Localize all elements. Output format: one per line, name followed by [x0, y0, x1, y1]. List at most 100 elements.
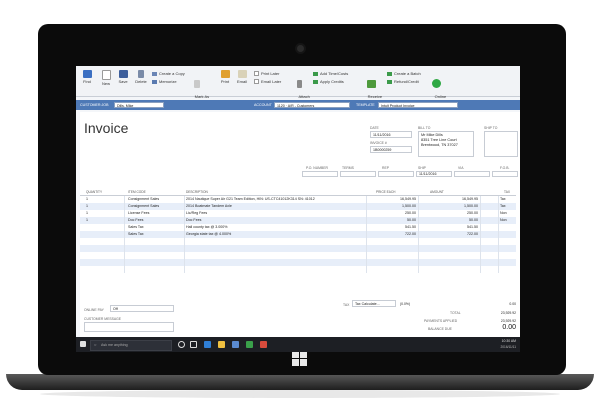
column-divider [184, 266, 185, 273]
cell-tax[interactable]: Tax [500, 204, 514, 208]
terms-select[interactable] [340, 171, 376, 177]
column-divider [480, 196, 481, 203]
po-number-field[interactable] [302, 171, 338, 177]
cortana-icon[interactable] [178, 341, 185, 348]
online-pay-select[interactable]: Off [110, 305, 174, 312]
cell-item[interactable]: Sales Tax [128, 232, 184, 236]
cell-price[interactable]: 50.00 [370, 218, 416, 222]
search-box[interactable]: ○ Ask me anything [90, 340, 172, 351]
cell-item[interactable]: License Fees [128, 211, 184, 215]
table-row[interactable]: 1 Consignment Sales 2014 Nautique Super Ai… [80, 196, 516, 203]
cell-amount[interactable]: 16,549.95 [420, 197, 478, 201]
cell-qty[interactable]: 1 [86, 204, 124, 208]
column-divider [418, 238, 419, 245]
via-select[interactable] [454, 171, 490, 177]
create-copy-button[interactable]: Create a Copy [152, 71, 185, 76]
add-time-costs-button[interactable]: Add Time/Costs [313, 71, 348, 76]
cell-amount[interactable]: 541.50 [420, 225, 478, 229]
column-divider [184, 245, 185, 252]
cell-amount[interactable]: 50.00 [420, 218, 478, 222]
refund-credit-button[interactable]: Refund/Credit [387, 79, 419, 84]
apply-credits-button[interactable]: Apply Credits [313, 79, 344, 84]
cell-price[interactable]: 250.00 [370, 211, 416, 215]
table-row[interactable] [80, 259, 516, 266]
create-batch-button[interactable]: Create a Batch [387, 71, 421, 76]
cell-price[interactable]: 1,500.00 [370, 204, 416, 208]
cell-item[interactable]: Consignment Sales [128, 204, 184, 208]
clock-date[interactable]: 2016/11/11 [472, 345, 516, 349]
envelope-icon [237, 70, 247, 78]
table-row[interactable]: 1 License Fees Lic/Reg Fees 250.00 250.00 Non [80, 210, 516, 217]
cell-price[interactable]: 541.50 [370, 225, 416, 229]
column-divider [418, 231, 419, 238]
column-divider [184, 203, 185, 210]
edge-browser-icon[interactable] [204, 341, 211, 348]
new-button[interactable]: New [99, 70, 113, 86]
cell-desc[interactable]: 2014 Boatmate Tandem Axle [186, 204, 362, 208]
start-icon[interactable] [80, 341, 86, 347]
table-row[interactable]: Sales Tax Georgia state tax @ 4.000% 722.0… [80, 231, 516, 238]
cell-amount[interactable]: 250.00 [420, 211, 478, 215]
cell-tax[interactable]: Non [500, 211, 514, 215]
table-row[interactable]: 1 Consignment Sales 2014 Boatmate Tandem A… [80, 203, 516, 210]
print-later-checkbox[interactable]: Print Later [254, 71, 279, 77]
cell-price[interactable]: 16,549.95 [370, 197, 416, 201]
template-select[interactable]: Intuit Product Invoice [378, 102, 458, 108]
email-button[interactable]: Email [236, 70, 248, 84]
find-button[interactable]: Find [80, 70, 94, 84]
date-field[interactable]: 11/11/2016 [370, 131, 412, 138]
header-description: DESCRIPTION [186, 190, 208, 194]
cell-item[interactable]: Consignment Sales [128, 197, 184, 201]
email-later-checkbox[interactable]: Email Later [254, 79, 281, 85]
cell-tax[interactable]: Tax [500, 197, 514, 201]
table-row[interactable] [80, 266, 516, 273]
cell-amount[interactable]: 722.00 [420, 232, 478, 236]
delete-button[interactable]: Delete [133, 70, 149, 84]
table-row[interactable] [80, 238, 516, 245]
table-row[interactable] [80, 252, 516, 259]
ship-to-address[interactable] [484, 131, 518, 157]
total-value: 23,929.92 [500, 311, 516, 315]
bill-to-address[interactable]: Mr Mike Dills 8351 Tree Line Court Brent… [418, 131, 474, 157]
cell-item[interactable]: Doc Fees [128, 218, 184, 222]
ship-date-field[interactable]: 11/11/2016 [416, 171, 452, 177]
customer-job-select[interactable]: Dills, Mike [114, 102, 164, 108]
tax-select[interactable]: Tax Calculate... [352, 300, 396, 307]
table-row[interactable]: 1 Doc Fees Doc Fees 50.00 50.00 Non [80, 217, 516, 224]
customer-message-field[interactable] [84, 322, 174, 332]
column-divider [124, 245, 125, 252]
rep-select[interactable] [378, 171, 414, 177]
online-pay-icon [431, 79, 441, 88]
app-icon[interactable] [260, 341, 267, 348]
invoice-number-field[interactable]: 1B0000259 [370, 146, 412, 153]
print-button[interactable]: Print [219, 70, 231, 84]
cell-price[interactable]: 722.00 [370, 232, 416, 236]
windows-logo-icon[interactable] [292, 351, 308, 367]
store-icon[interactable] [232, 341, 239, 348]
cell-tax[interactable]: Non [500, 218, 514, 222]
fob-field[interactable] [492, 171, 518, 177]
cell-item[interactable]: Sales Tax [128, 225, 184, 229]
printer-icon [220, 70, 230, 78]
file-explorer-icon[interactable] [218, 341, 225, 348]
save-button[interactable]: Save [116, 70, 130, 84]
table-row[interactable] [80, 245, 516, 252]
cell-desc[interactable]: Lic/Reg Fees [186, 211, 362, 215]
quickbooks-icon[interactable] [246, 341, 253, 348]
memorize-button[interactable]: Memorize [152, 79, 177, 84]
cell-desc[interactable]: 2014 Nautique Super Air G21 Team Edition… [186, 197, 362, 201]
cell-desc[interactable]: Hall county tax @ 3.000% [186, 225, 362, 229]
column-divider [184, 259, 185, 266]
clock-time[interactable]: 10:30 AM [472, 339, 516, 343]
cell-qty[interactable]: 1 [86, 211, 124, 215]
account-select[interactable]: 1120 · A/R - Customers [274, 102, 350, 108]
cell-desc[interactable]: Doc Fees [186, 218, 362, 222]
cell-amount[interactable]: 1,500.00 [420, 204, 478, 208]
task-view-icon[interactable] [190, 341, 197, 348]
cell-qty[interactable]: 1 [86, 197, 124, 201]
cell-desc[interactable]: Georgia state tax @ 4.000% [186, 232, 362, 236]
cell-qty[interactable]: 1 [86, 218, 124, 222]
table-row[interactable]: Sales Tax Hall county tax @ 3.000% 541.50 5… [80, 224, 516, 231]
column-divider [184, 238, 185, 245]
terms-label: TERMS [342, 166, 354, 170]
